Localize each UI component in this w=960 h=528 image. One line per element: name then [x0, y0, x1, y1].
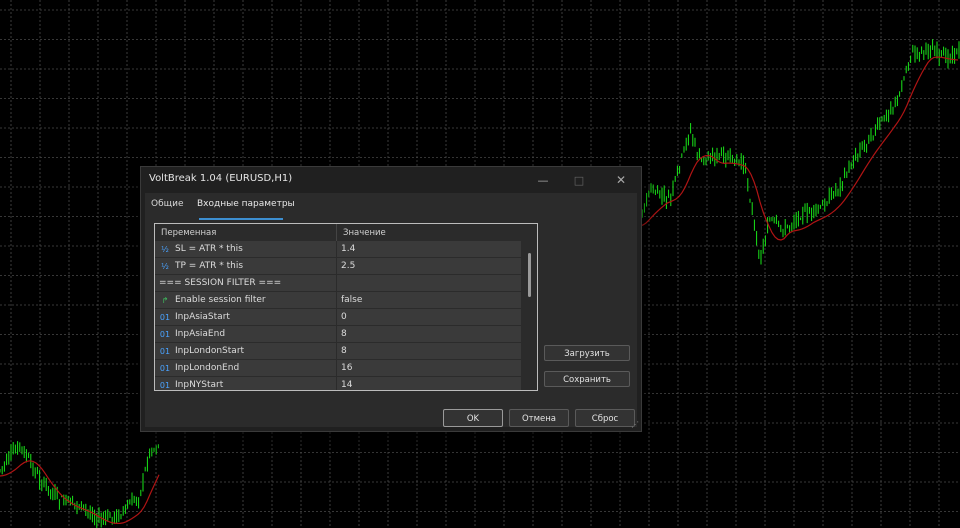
- cancel-button[interactable]: Отмена: [509, 409, 569, 427]
- column-header-variable[interactable]: Переменная: [155, 224, 337, 242]
- variable-name: InpLondonEnd: [175, 363, 240, 373]
- variable-cell: 01 InpLondonStart: [155, 343, 337, 360]
- variable-name: InpLondonStart: [175, 346, 245, 356]
- table-row[interactable]: ½ SL = ATR * this 1.4: [155, 241, 521, 258]
- value-cell[interactable]: 16: [341, 360, 519, 377]
- fraction-icon: ½: [161, 262, 169, 271]
- variable-name: InpAsiaStart: [175, 312, 230, 322]
- resize-grip-icon[interactable]: ⋰: [631, 421, 639, 429]
- table-row[interactable]: ↱ Enable session filter false: [155, 292, 521, 309]
- expert-properties-dialog: VoltBreak 1.04 (EURUSD,H1) — □ ✕ Общие В…: [140, 166, 642, 432]
- variable-name: TP = ATR * this: [175, 261, 244, 271]
- reset-button[interactable]: Сброс: [575, 409, 635, 427]
- variable-cell: 01 InpNYStart: [155, 377, 337, 390]
- close-icon[interactable]: ✕: [601, 167, 641, 193]
- maximize-icon[interactable]: □: [559, 167, 599, 193]
- variable-cell: 01 InpLondonEnd: [155, 360, 337, 377]
- value-cell[interactable]: 1.4: [341, 241, 519, 258]
- value-cell[interactable]: 2.5: [341, 258, 519, 275]
- integer-icon: 01: [159, 330, 171, 339]
- fraction-icon: ½: [161, 245, 169, 254]
- parameters-table: Переменная Значение ½ SL = ATR * this 1.4…: [154, 223, 538, 391]
- variable-name: Enable session filter: [175, 295, 266, 305]
- variable-cell: ½ SL = ATR * this: [155, 241, 337, 258]
- table-row[interactable]: 01 InpAsiaEnd 8: [155, 326, 521, 343]
- integer-icon: 01: [159, 381, 171, 390]
- variable-name: SL = ATR * this: [175, 244, 243, 254]
- table-row[interactable]: 01 InpAsiaStart 0: [155, 309, 521, 326]
- integer-icon: 01: [159, 313, 171, 322]
- scrollbar-thumb[interactable]: [528, 253, 531, 297]
- variable-cell: 01 InpAsiaEnd: [155, 326, 337, 343]
- integer-icon: 01: [159, 347, 171, 356]
- value-cell[interactable]: false: [341, 292, 519, 309]
- boolean-icon: ↱: [161, 296, 169, 305]
- value-cell[interactable]: 0: [341, 309, 519, 326]
- dialog-body: Общие Входные параметры Переменная Значе…: [145, 193, 637, 427]
- variable-cell: ↱ Enable session filter: [155, 292, 337, 309]
- tab-input-parameters[interactable]: Входные параметры: [197, 199, 295, 209]
- table-scrollbar[interactable]: [523, 241, 537, 390]
- value-cell[interactable]: 8: [341, 326, 519, 343]
- variable-cell: 01 InpAsiaStart: [155, 309, 337, 326]
- active-tab-indicator: [199, 218, 283, 220]
- dialog-titlebar[interactable]: VoltBreak 1.04 (EURUSD,H1) — □ ✕: [141, 167, 641, 193]
- value-cell[interactable]: 8: [341, 343, 519, 360]
- variable-cell: === SESSION FILTER ===: [155, 275, 337, 292]
- moving-average-line: [0, 460, 160, 525]
- integer-icon: 01: [159, 364, 171, 373]
- table-row[interactable]: 01 InpLondonEnd 16: [155, 360, 521, 377]
- column-header-value[interactable]: Значение: [337, 224, 521, 242]
- table-row-section-header[interactable]: === SESSION FILTER ===: [155, 275, 521, 292]
- minimize-icon[interactable]: —: [523, 167, 563, 193]
- table-row[interactable]: 01 InpLondonStart 8: [155, 343, 521, 360]
- variable-cell: ½ TP = ATR * this: [155, 258, 337, 275]
- variable-name: InpAsiaEnd: [175, 329, 226, 339]
- save-button[interactable]: Сохранить: [544, 371, 630, 387]
- table-row[interactable]: 01 InpNYStart 14: [155, 377, 521, 390]
- load-button[interactable]: Загрузить: [544, 345, 630, 361]
- value-cell[interactable]: [341, 275, 519, 292]
- tab-general[interactable]: Общие: [151, 199, 184, 209]
- parameters-rows: ½ SL = ATR * this 1.4 ½ TP = ATR * this 2.…: [155, 241, 521, 390]
- variable-name: InpNYStart: [175, 380, 224, 390]
- ok-button[interactable]: OK: [443, 409, 503, 427]
- dialog-title: VoltBreak 1.04 (EURUSD,H1): [149, 173, 293, 184]
- variable-name: === SESSION FILTER ===: [159, 278, 282, 288]
- value-cell[interactable]: 14: [341, 377, 519, 390]
- table-row[interactable]: ½ TP = ATR * this 2.5: [155, 258, 521, 275]
